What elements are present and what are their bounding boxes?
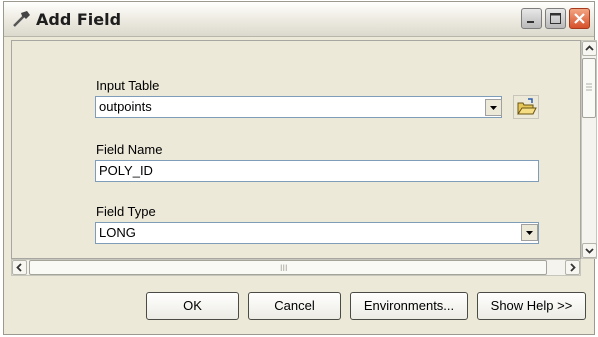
field-name-value: POLY_ID (99, 163, 153, 178)
hammer-icon (11, 10, 31, 28)
vertical-scrollbar[interactable] (581, 40, 597, 259)
field-type-value: LONG (99, 225, 136, 240)
chevron-down-icon (585, 248, 594, 254)
minimize-icon (527, 21, 534, 23)
horizontal-scrollbar[interactable]: III (11, 259, 581, 276)
open-folder-icon (517, 98, 537, 115)
input-table-value: outpoints (99, 99, 152, 114)
scroll-grip: III (280, 263, 288, 273)
cancel-button[interactable]: Cancel (248, 292, 341, 320)
scroll-down-button[interactable] (582, 243, 597, 258)
button-bar: OK Cancel Environments... Show Help >> (4, 280, 594, 334)
chevron-left-icon (16, 263, 22, 272)
field-name-input[interactable]: POLY_ID (95, 160, 539, 182)
scroll-up-button[interactable] (582, 41, 597, 56)
field-type-dropdown[interactable]: LONG (95, 222, 539, 244)
vertical-scroll-thumb[interactable] (582, 58, 596, 118)
scroll-left-button[interactable] (12, 260, 27, 275)
window-title: Add Field (36, 10, 122, 29)
add-field-window: Add Field Input Table outpoints Field Na… (3, 1, 597, 335)
scroll-right-button[interactable] (565, 260, 580, 275)
close-icon (574, 13, 585, 24)
maximize-button[interactable] (545, 8, 566, 29)
field-name-label: Field Name (96, 142, 163, 157)
browse-button[interactable] (513, 95, 539, 119)
environments-button[interactable]: Environments... (350, 292, 468, 320)
chevron-down-icon (526, 231, 533, 235)
ok-button[interactable]: OK (146, 292, 239, 320)
close-button[interactable] (569, 8, 590, 29)
chevron-up-icon (585, 45, 594, 51)
input-table-label: Input Table (96, 78, 160, 93)
show-help-button[interactable]: Show Help >> (477, 292, 586, 320)
input-table-dropdown-button[interactable] (485, 99, 502, 116)
chevron-right-icon (570, 263, 576, 272)
input-table-dropdown[interactable]: outpoints (95, 96, 502, 118)
parameters-panel: Input Table outpoints Field Name POLY_ID… (11, 40, 581, 259)
minimize-button[interactable] (521, 8, 542, 29)
title-bar[interactable]: Add Field (4, 2, 594, 37)
field-type-dropdown-button[interactable] (521, 224, 538, 241)
maximize-icon (550, 13, 561, 24)
grip-icon (586, 83, 592, 91)
chevron-down-icon (490, 106, 497, 110)
horizontal-scroll-thumb[interactable]: III (29, 260, 547, 275)
field-type-label: Field Type (96, 204, 156, 219)
